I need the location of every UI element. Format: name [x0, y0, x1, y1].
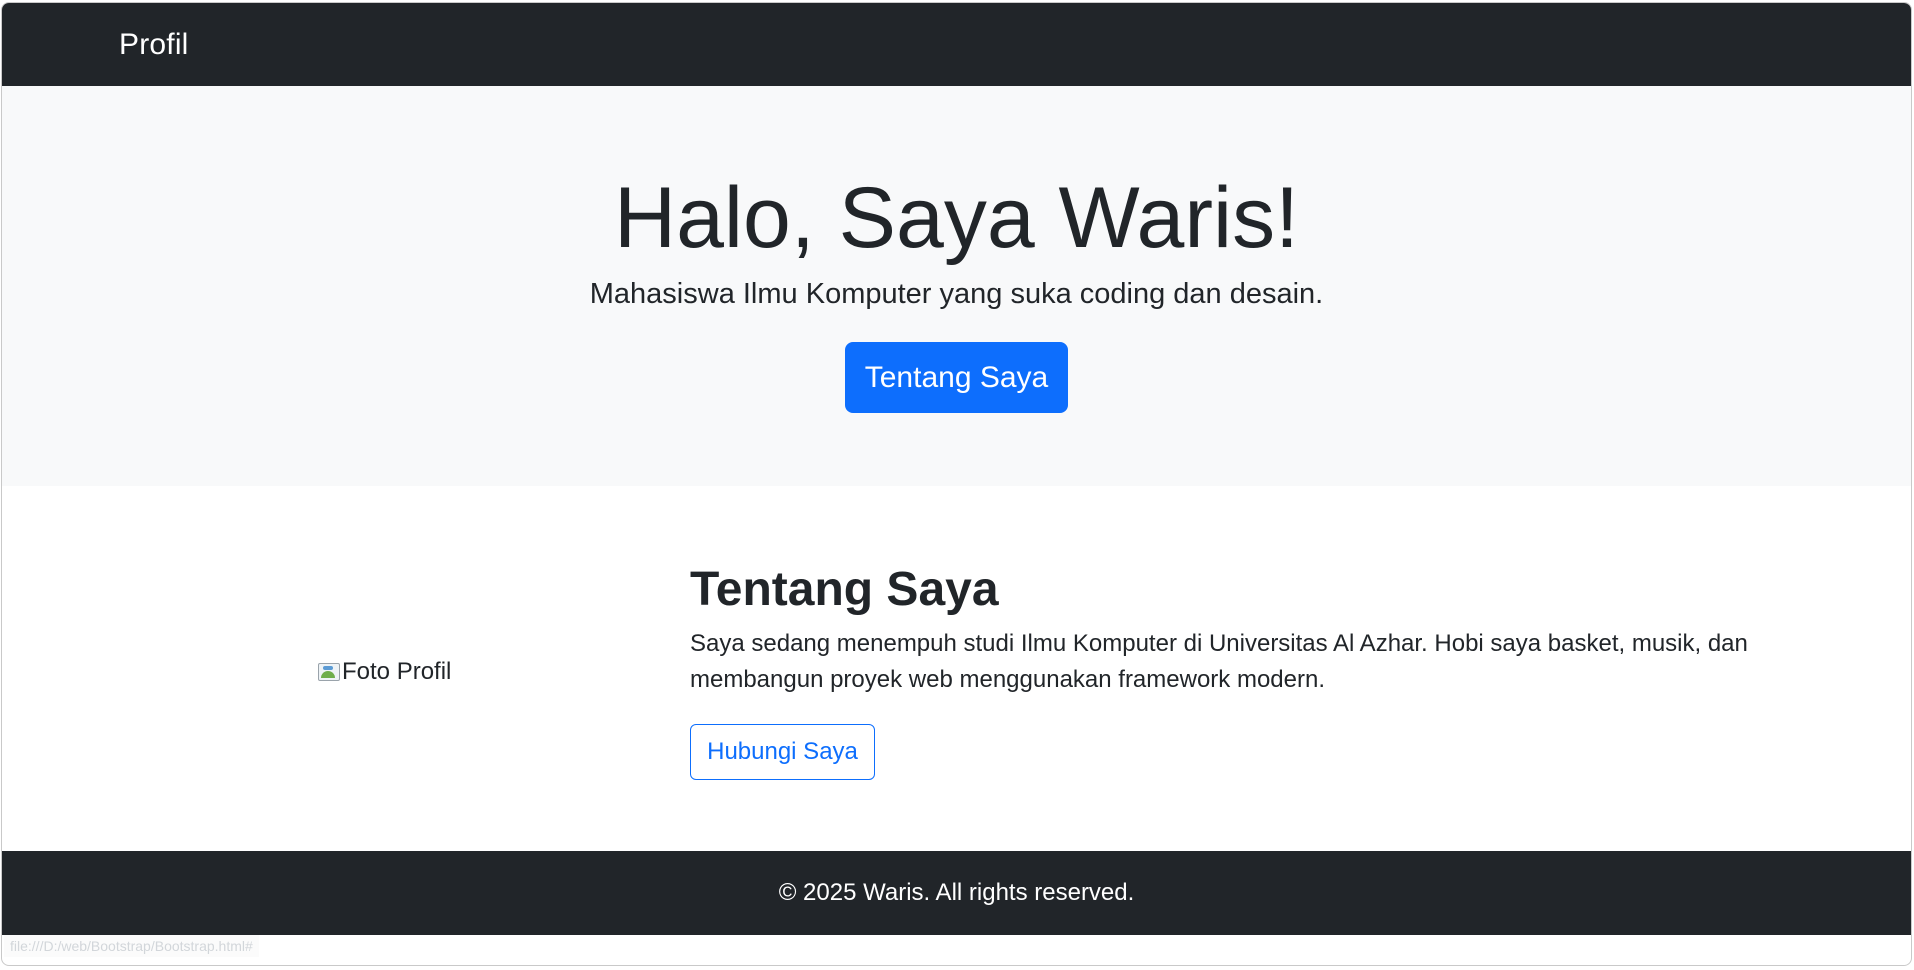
about-section: Foto Profil Tentang Saya Saya sedang men…	[2, 486, 1911, 851]
hero-section: Halo, Saya Waris! Mahasiswa Ilmu Kompute…	[2, 86, 1911, 486]
browser-window: Profil Halo, Saya Waris! Mahasiswa Ilmu …	[1, 2, 1912, 966]
about-description: Saya sedang menempuh studi Ilmu Komputer…	[690, 630, 1748, 693]
hero-title: Halo, Saya Waris!	[613, 170, 1300, 266]
broken-image-icon	[318, 663, 340, 681]
profile-photo: Foto Profil	[318, 659, 452, 685]
navbar: Profil	[2, 3, 1911, 86]
footer-copyright: © 2025 Waris. All rights reserved.	[778, 879, 1135, 906]
footer: © 2025 Waris. All rights reserved.	[2, 851, 1911, 935]
hero-subtitle: Mahasiswa Ilmu Komputer yang suka coding…	[589, 278, 1324, 310]
about-heading: Tentang Saya	[690, 563, 999, 616]
status-bar-url: file:///D:/web/Bootstrap/Bootstrap.html#	[4, 935, 259, 957]
contact-button[interactable]: Hubungi Saya	[690, 724, 875, 780]
profile-photo-alt-text: Foto Profil	[342, 659, 452, 685]
about-me-button[interactable]: Tentang Saya	[845, 342, 1068, 413]
navbar-brand[interactable]: Profil	[119, 29, 189, 60]
